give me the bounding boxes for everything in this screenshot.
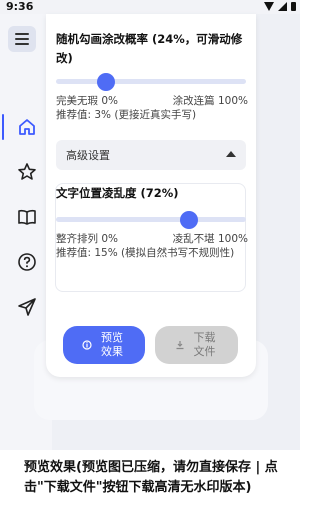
stroke-probability-track[interactable] [56,79,246,84]
stroke-max-label: 涂改连篇 100% [172,95,248,107]
status-bar: 9:36 [0,0,300,14]
advanced-settings-label: 高级设置 [66,149,110,162]
preview-caption: 预览效果(预览图已压缩，请勿直接保存 | 点击"下载文件"按钮下载高清无水印版本… [24,460,278,495]
position-min-label: 整齐排列 0% [56,233,118,245]
menu-icon-line [15,43,29,45]
position-chaos-title: 文字位置凌乱度 (72%) [56,186,179,200]
nav-active-indicator [2,114,4,140]
home-icon[interactable] [17,117,37,137]
chevron-up-icon [226,151,236,157]
status-icons [264,2,296,11]
position-max-label: 凌乱不堪 100% [172,233,248,245]
download-icon [176,341,183,350]
stroke-probability-title: 随机勾画涂改概率 (24%，可滑动修改) [56,32,243,65]
book-icon[interactable] [17,207,37,227]
menu-icon-line [15,33,29,35]
star-icon[interactable] [17,162,37,182]
preview-button-label: 预览效果 [101,331,123,358]
advanced-settings-toggle[interactable]: 高级设置 [56,140,246,170]
stroke-min-label: 完美无瑕 0% [56,95,118,107]
position-recommend: 推荐值: 15% (模拟自然书写不规则性) [56,247,235,259]
menu-icon-line [15,38,29,40]
send-icon[interactable] [17,297,37,317]
info-icon [82,340,92,350]
wifi-icon [264,2,274,11]
help-icon[interactable] [17,252,37,272]
position-chaos-track[interactable] [56,217,246,222]
stroke-recommend: 推荐值: 3% (更接近真实手写) [56,109,197,121]
signal-icon [278,2,287,11]
preview-button[interactable]: 预览效果 [63,326,145,364]
status-time: 9:36 [6,0,34,13]
menu-button[interactable] [8,26,36,52]
download-button-label: 下载文件 [193,331,216,358]
battery-icon [291,2,296,11]
stroke-probability-thumb[interactable] [96,73,115,91]
download-button[interactable]: 下载文件 [155,326,238,364]
